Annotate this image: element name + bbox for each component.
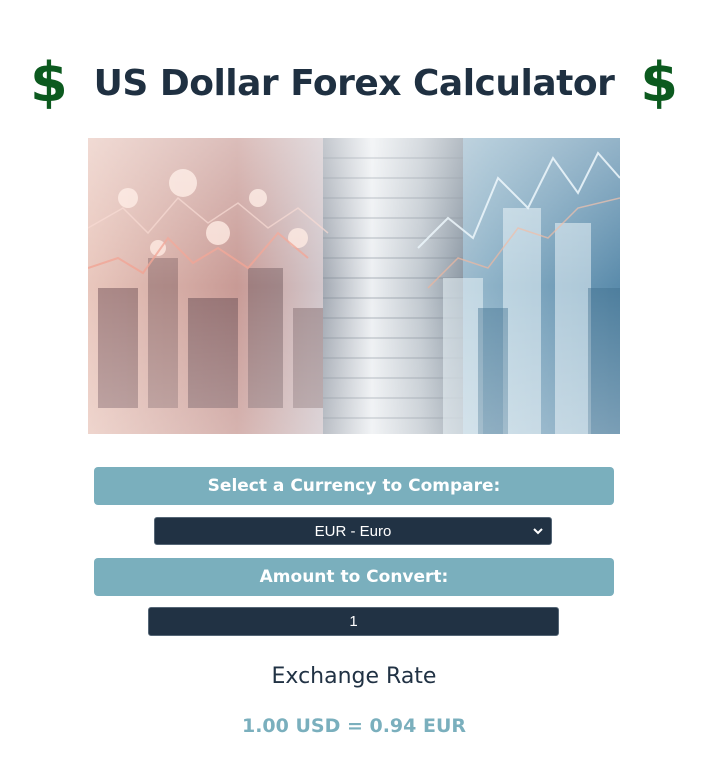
amount-label: Amount to Convert: — [94, 558, 614, 596]
amount-input[interactable] — [148, 607, 559, 636]
currency-select-value: EUR - Euro — [314, 522, 392, 540]
exchange-rate-heading: Exchange Rate — [271, 664, 437, 689]
exchange-rate-value: 1.00 USD = 0.94 EUR — [241, 715, 467, 737]
page-title: US Dollar Forex Calculator — [93, 62, 615, 104]
chevron-down-icon — [533, 528, 543, 535]
page-header: $ US Dollar Forex Calculator $ — [0, 48, 708, 118]
currency-select[interactable]: EUR - Euro — [154, 517, 552, 545]
dollar-sign-icon: $ — [640, 51, 678, 114]
dollar-sign-icon: $ — [30, 51, 68, 114]
currency-label: Select a Currency to Compare: — [94, 467, 614, 505]
hero-image — [88, 138, 620, 434]
